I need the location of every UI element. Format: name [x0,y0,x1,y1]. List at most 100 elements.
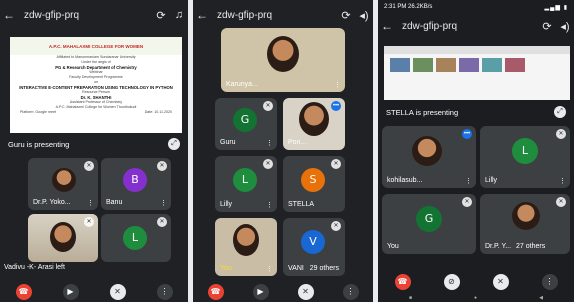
participant-tile[interactable]: ••• Pon... [283,98,345,150]
presenting-label: Guru is presenting [8,139,70,149]
more-button[interactable]: ⋮ [541,274,558,290]
participant-tile[interactable]: ✕ [28,214,98,262]
participant-name: VANI 29 others [288,265,339,272]
more-options-icon[interactable]: ⋮ [334,81,341,89]
recents-icon[interactable]: ■ [409,295,412,301]
participant-avatar: G [416,206,442,232]
shared-screen [384,46,570,100]
call-controls: ☎ ▶ ✕ ⋮ [193,282,373,302]
mic-off-icon: ✕ [331,221,341,231]
participant-name: Dr.P. Yoko... [33,199,71,206]
thumbnail [413,58,433,72]
presenting-bar: Guru is presenting ⤢ [0,136,188,152]
participant-tile[interactable]: ••• kohilasub... ⋮ [382,126,476,188]
phone-screen-3: 2:31 PM 26.2KB/s ▂▄▆ ▮ ← zdw-gfip-prq ⟳ … [378,0,574,302]
participant-name: kohilasub... [387,177,423,184]
participant-tile[interactable]: L ✕ [101,214,171,262]
mic-toggle-button[interactable]: ✕ [297,284,314,300]
participant-tile[interactable]: V ✕ VANI 29 others [283,218,345,276]
back-arrow-icon[interactable]: ← [378,19,396,33]
self-view-tile[interactable]: G ✕ You [382,194,476,254]
speaking-icon: ••• [331,101,341,111]
speaking-icon: ••• [462,129,472,139]
camera-toggle-button[interactable]: ▶ [62,284,79,300]
mic-toggle-button[interactable]: ✕ [109,284,126,300]
participant-face [50,222,76,252]
participant-tile[interactable]: Karunya... ⋮ [221,28,345,92]
switch-camera-icon[interactable]: ⟳ [152,9,170,22]
participant-avatar: B [123,168,147,192]
more-options-icon[interactable]: ⋮ [266,201,273,209]
self-view-tile[interactable]: You ⋮ [215,218,277,276]
participant-tile[interactable]: L ✕ Lilly ⋮ [215,156,277,212]
participant-tile[interactable]: L ✕ Lilly ⋮ [480,126,570,188]
fullscreen-icon[interactable]: ⤢ [554,106,566,118]
slide-footer-left: Platform: Google meet [20,110,56,114]
home-icon[interactable]: ● [474,295,477,301]
participant-tile[interactable]: ✕ Dr.P. Y... 27 others [480,194,570,254]
participant-tile[interactable]: ✕ Dr.P. Yoko... ⋮ [28,158,98,210]
back-arrow-icon[interactable]: ← [193,8,211,22]
participant-avatar: L [233,168,257,192]
participant-tile[interactable]: G ✕ Guru ⋮ [215,98,277,150]
presenting-label: STELLA is presenting [386,107,459,117]
mic-off-icon: ✕ [84,217,94,227]
participant-name: Pon... [288,139,307,146]
back-arrow-icon[interactable]: ← [0,8,18,22]
meeting-code: zdw-gfip-prq [217,9,273,21]
slide-header: A.P.C. MAHALAXMI COLLEGE FOR WOMEN [10,37,182,55]
participant-photo [52,168,76,192]
more-options-icon[interactable]: ⋮ [266,139,273,147]
thumbnail [390,58,410,72]
more-options-icon[interactable]: ⋮ [266,265,273,273]
camera-toggle-button[interactable]: ⊘ [443,274,460,290]
presenting-bar: STELLA is presenting ⤢ [378,104,574,120]
mic-off-icon: ✕ [462,197,472,207]
meeting-code: zdw-gfip-prq [24,9,80,21]
mic-toggle-button[interactable]: ✕ [492,274,509,290]
audio-output-icon[interactable]: ◂) [556,20,574,33]
participant-name: Banu [106,199,123,206]
participant-name: Lilly [485,177,498,184]
audio-output-icon[interactable]: ◂) [355,9,373,22]
participant-name: You [387,243,399,250]
switch-camera-icon[interactable]: ⟳ [337,9,355,22]
more-button[interactable]: ⋮ [156,284,173,300]
android-nav-bar: ■ ● ◀ [378,294,574,302]
participant-avatar: L [123,226,147,250]
phone-screen-1: ← zdw-gfip-prq ⟳ ♫ A.P.C. MAHALAXMI COLL… [0,0,188,302]
status-bar: 2:31 PM 26.2KB/s ▂▄▆ ▮ [378,0,574,14]
phone-screen-2: ← zdw-gfip-prq ⟳ ◂) Karunya... ⋮ G ✕ Gur… [193,0,373,302]
back-nav-icon[interactable]: ◀ [539,295,543,301]
mic-off-icon: ✕ [556,129,566,139]
participant-face [299,102,329,136]
top-bar: ← zdw-gfip-prq ⟳ ♫ [0,0,188,30]
participant-avatar: S [301,168,325,192]
screen-toolbar [384,46,570,54]
end-call-button[interactable]: ☎ [207,284,224,300]
more-options-icon[interactable]: ⋮ [465,177,472,185]
participant-name-text: VANI [288,265,304,272]
slide-college-name: A.P.C. MAHALAXMI COLLEGE FOR WOMEN [48,43,144,49]
switch-camera-icon[interactable]: ⟳ [538,20,556,33]
slide-footer: Platform: Google meet Date: 10.11.2020 [10,110,182,115]
audio-output-icon[interactable]: ♫ [170,9,188,21]
fullscreen-icon[interactable]: ⤢ [168,138,180,150]
more-options-icon[interactable]: ⋮ [87,199,94,207]
end-call-button[interactable]: ☎ [15,284,32,300]
more-button[interactable]: ⋮ [342,284,359,300]
signal-battery-icon: ▂▄▆ ▮ [544,4,568,11]
participant-tile[interactable]: S ✕ STELLA [283,156,345,212]
participant-tile[interactable]: B ✕ Banu ⋮ [101,158,171,210]
participant-name-text: Dr.P. Y... [485,243,512,250]
end-call-button[interactable]: ☎ [394,274,411,290]
mic-off-icon: ✕ [157,217,167,227]
top-bar: ← zdw-gfip-prq ⟳ ◂) [193,0,373,30]
more-options-icon[interactable]: ⋮ [559,177,566,185]
shared-slide: A.P.C. MAHALAXMI COLLEGE FOR WOMEN Affil… [10,37,182,133]
participant-name: STELLA [288,201,315,208]
camera-toggle-button[interactable]: ▶ [252,284,269,300]
participant-avatar: V [301,230,325,254]
thumbnail [459,58,479,72]
more-options-icon[interactable]: ⋮ [160,199,167,207]
